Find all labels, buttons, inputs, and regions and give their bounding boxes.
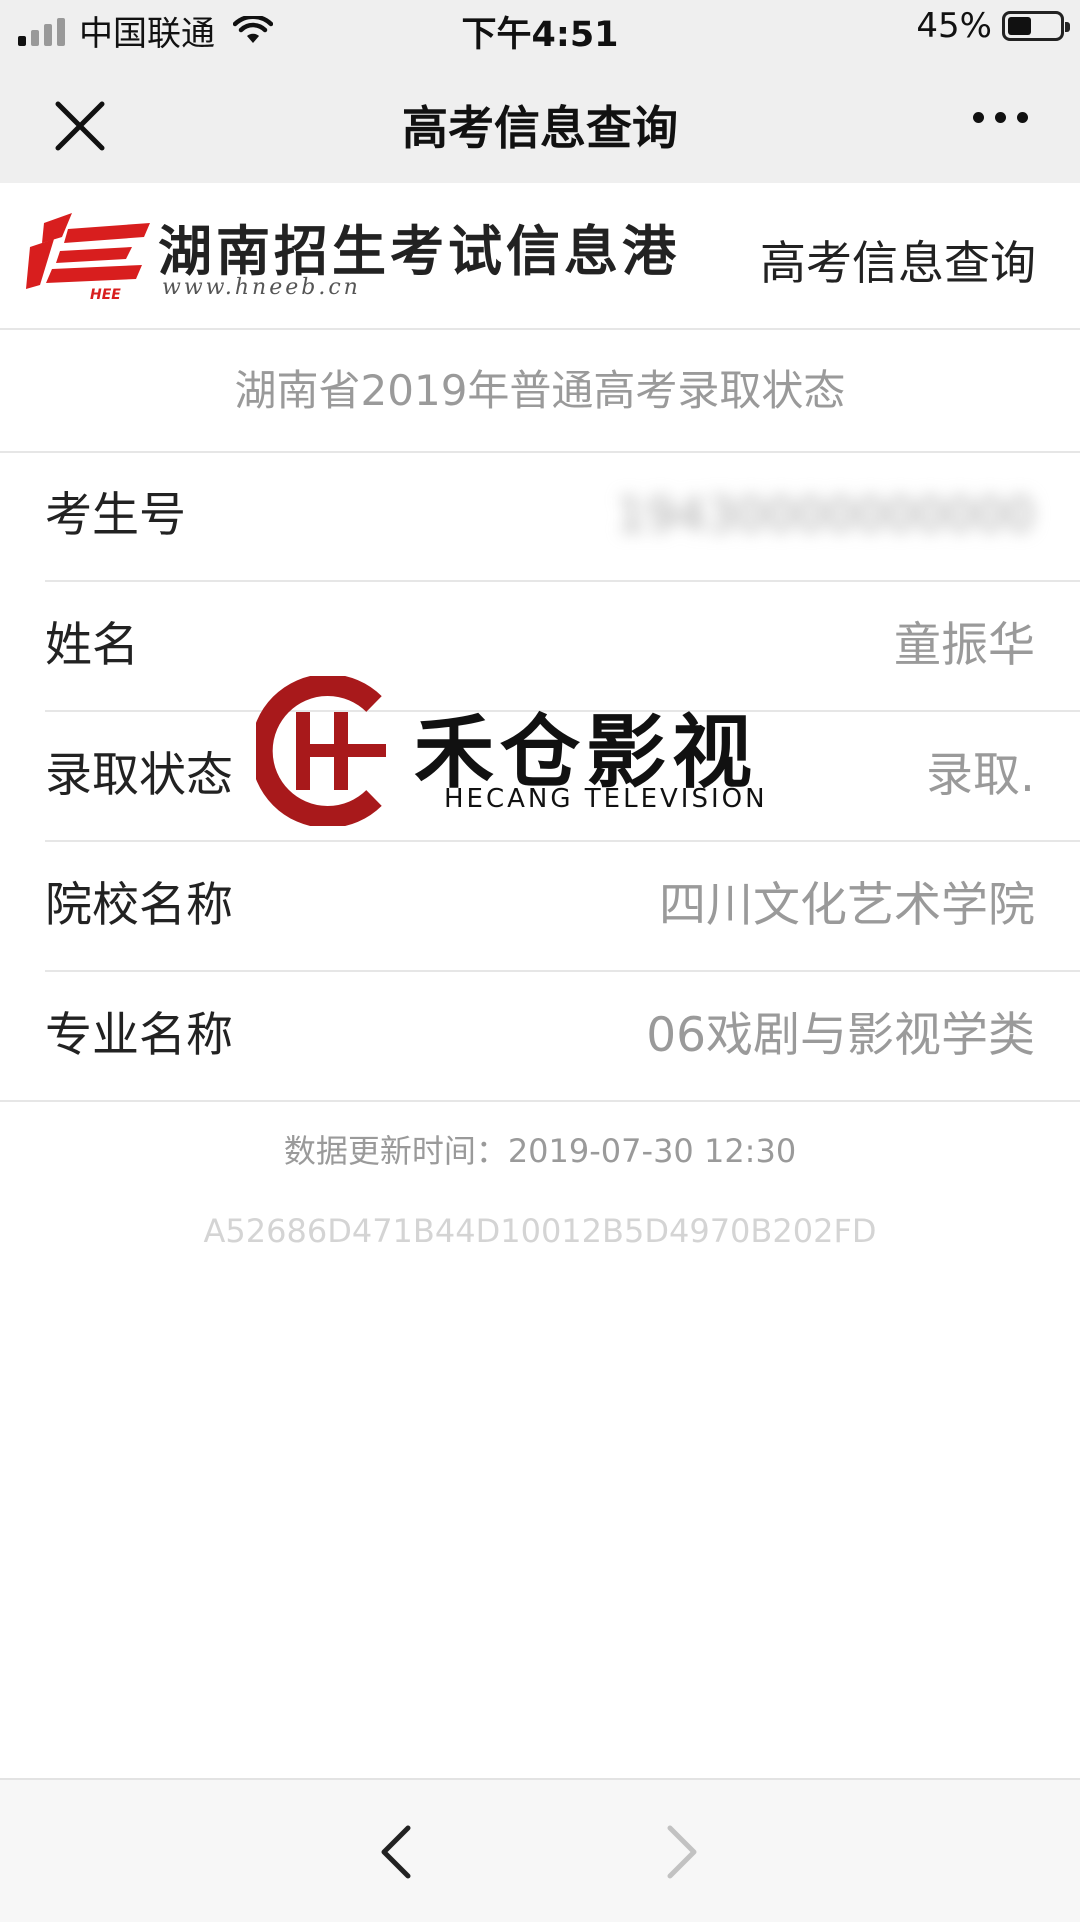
svg-text:HEE: HEE (90, 287, 121, 301)
nav-bar: 高考信息查询 (0, 58, 1080, 183)
row-value: 录取. (926, 748, 1035, 803)
row-value: 19430000000000 (616, 488, 1035, 543)
verification-hash: A52686D471B44D10012B5D4970B202FD (203, 1212, 877, 1250)
battery-icon (1002, 11, 1070, 41)
site-header: HEE 湖南招生考试信息港 www.hneeb.cn 高考信息查询 (0, 183, 1080, 330)
row-major-name: 专业名称 06戏剧与影视学类 (0, 972, 1080, 1102)
row-label: 考生号 (45, 488, 186, 543)
status-bar: 中国联通 下午4:51 45% (0, 0, 1080, 58)
row-value: 童振华 (894, 618, 1035, 673)
header-query-link[interactable]: 高考信息查询 (760, 227, 1036, 293)
update-time: 数据更新时间：2019-07-30 12:30 (283, 1132, 797, 1170)
battery-percent: 45% (916, 6, 992, 46)
bottom-toolbar (0, 1778, 1080, 1922)
chevron-right-icon[interactable] (662, 1822, 702, 1882)
row-candidate-number: 考生号 19430000000000 (45, 452, 1080, 582)
more-icon[interactable] (973, 112, 1028, 123)
row-label: 姓名 (45, 618, 139, 673)
row-label: 院校名称 (45, 878, 233, 933)
battery-fill (1008, 17, 1031, 35)
site-url: www.hneeb.cn (162, 275, 361, 300)
row-value: 四川文化艺术学院 (659, 878, 1035, 933)
row-label: 录取状态 (45, 748, 233, 803)
watermark-subtitle: HECANG TELEVISION (444, 784, 768, 814)
result-title: 湖南省2019年普通高考录取状态 (0, 330, 1080, 453)
hecang-logo-icon (256, 676, 386, 826)
chevron-left-icon[interactable] (376, 1822, 416, 1882)
watermark: 禾仓影视 HECANG TELEVISION (256, 676, 776, 826)
status-right: 45% (916, 6, 1070, 46)
hee-logo-icon: HEE (26, 213, 150, 301)
row-school-name: 院校名称 四川文化艺术学院 (45, 842, 1080, 972)
row-label: 专业名称 (45, 1008, 233, 1063)
row-value: 06戏剧与影视学类 (646, 1008, 1035, 1063)
page-title: 高考信息查询 (402, 101, 678, 155)
